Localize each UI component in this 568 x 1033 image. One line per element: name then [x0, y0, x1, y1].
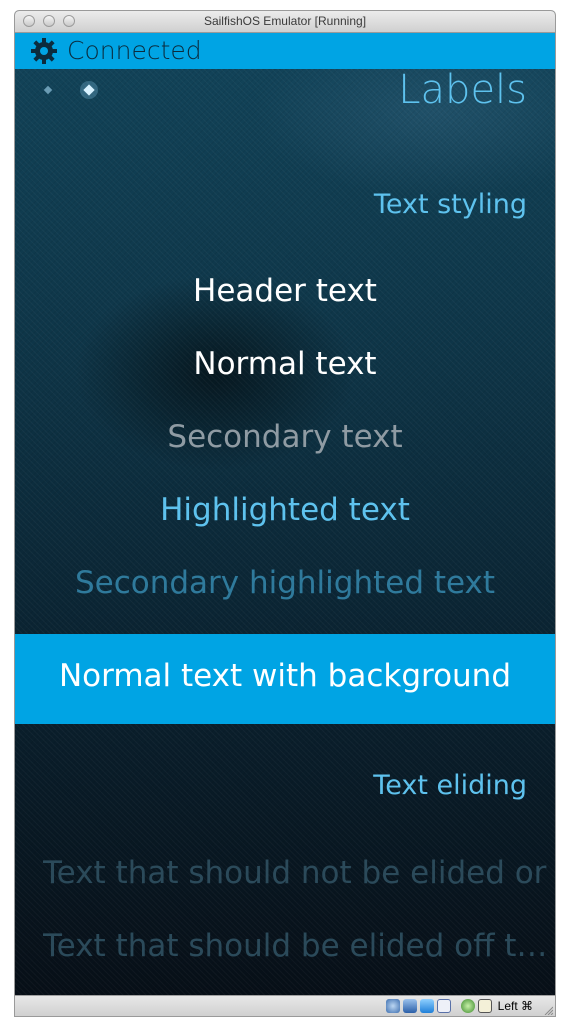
header-text-label: Header text [193, 273, 377, 309]
title-bar: SailfishOS Emulator [Running] [15, 11, 555, 33]
background-text-bar: Normal text with background [15, 634, 555, 724]
network-icon[interactable] [402, 999, 417, 1013]
gear-icon [31, 38, 57, 64]
section-header-text-styling: Text styling [373, 189, 527, 220]
virtualbox-status-bar: Left ⌘ [15, 995, 555, 1016]
status-bar: Connected [15, 33, 555, 69]
connection-status: Connected [67, 36, 202, 65]
section-header-text-eliding: Text eliding [373, 770, 527, 801]
page-title: Labels [398, 67, 527, 113]
mouse-integration-icon[interactable] [477, 999, 492, 1013]
highlighted-text-label: Highlighted text [160, 492, 410, 528]
hard-disk-icon[interactable] [385, 999, 400, 1013]
pulley-menu-indicator-icon [43, 85, 53, 95]
background-text-label: Normal text with background [58, 658, 512, 694]
host-key-label: Left ⌘ [497, 999, 533, 1013]
window-title: SailfishOS Emulator [Running] [203, 14, 367, 28]
shared-folder-icon[interactable] [419, 999, 434, 1013]
fade-text-label: Text that should not be elided or faded [43, 855, 555, 891]
device-screen[interactable]: Connected Labels Text styling Header tex… [15, 33, 555, 995]
secondary-text-label: Secondary text [167, 419, 403, 455]
status-tray: Left ⌘ [385, 998, 533, 1014]
usb-icon[interactable] [436, 999, 451, 1013]
secondary-highlighted-text-label: Secondary highlighted text [74, 565, 496, 601]
pulley-menu-active-icon [80, 81, 98, 99]
normal-text-label: Normal text [193, 346, 377, 382]
emulator-window: SailfishOS Emulator [Running] Connected [14, 10, 556, 1017]
resize-grip-icon[interactable] [543, 1005, 553, 1015]
capture-icon[interactable] [460, 999, 475, 1013]
elided-text-label: Text that should be elided off t… [43, 928, 548, 964]
labels-page: Labels Text styling Header text Normal t… [15, 33, 555, 995]
